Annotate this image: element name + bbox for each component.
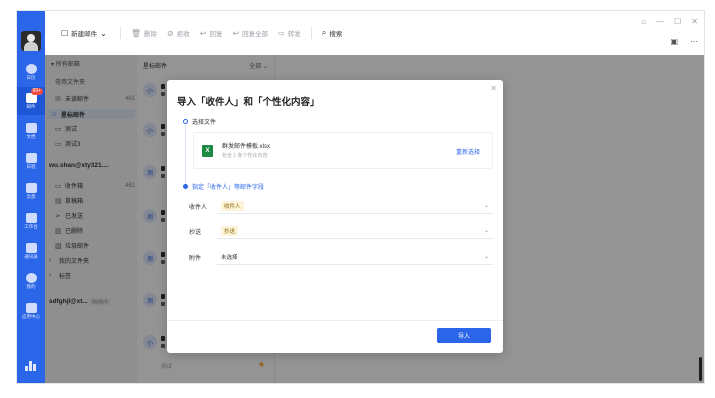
cc-select[interactable]: 抄送 ⌄ [217, 223, 493, 239]
chevron-down-icon: ⌄ [483, 228, 489, 234]
sidebar-item-mail[interactable]: 邮件 99+ [17, 87, 45, 115]
new-mail-button[interactable]: ☐ 新建邮件 ⌄ [61, 28, 110, 39]
user-icon [25, 272, 37, 283]
cloud-icon [25, 182, 37, 193]
step-select-file: 选择文件 [183, 117, 216, 126]
search-button[interactable]: ⌕ 搜索 [322, 28, 342, 38]
dialog-title: 导入「收件人」和「个性化内容」 [177, 97, 320, 108]
app-sidebar: 日历 邮件 99+ 文档 日程 云盘 工作台 通讯录 我的 应用中心 [17, 11, 45, 383]
avatar[interactable] [21, 31, 41, 51]
chevron-down-icon: ⌄ [100, 28, 107, 38]
contacts-icon [25, 242, 37, 253]
close-icon[interactable]: ✕ [490, 84, 497, 93]
reject-button[interactable]: ⊘ 拒收 [167, 28, 190, 39]
attachment-field-row: 附件 未选择 ⌄ [189, 249, 493, 265]
sidebar-item-calendar[interactable]: 日历 [17, 58, 45, 86]
chevron-down-icon: ⌄ [483, 254, 489, 260]
app-center-icon [25, 302, 37, 313]
import-dialog: ✕ 导入「收件人」和「个性化内容」 选择文件 X 群发邮件模板.xlsx 包含 … [167, 80, 503, 353]
file-name: 群发邮件模板.xlsx [222, 144, 271, 150]
sidebar-item-app-center[interactable]: 应用中心 [17, 297, 45, 325]
file-description: 包含 1 条个性化内容 [222, 153, 268, 159]
cc-field-row: 抄送 抄送 ⌄ [189, 223, 493, 239]
delete-button[interactable]: 🗑︎ 删除 [130, 28, 157, 39]
reply-button[interactable]: ↩ 回复 [199, 28, 223, 39]
toolbar-divider [119, 27, 121, 39]
import-button[interactable]: 导入 [437, 328, 491, 343]
pin-icon[interactable]: ⌂ [641, 17, 646, 26]
reply-icon: ↩ [199, 28, 207, 38]
dialog-divider [167, 320, 503, 321]
docs-icon [25, 122, 37, 133]
sidebar-item-apps[interactable]: 工作台 [17, 207, 45, 235]
compose-icon: ☐ [61, 28, 69, 38]
search-icon: ⌕ [321, 28, 327, 37]
selected-file-card: X 群发邮件模板.xlsx 包含 1 条个性化内容 重新选择 [193, 132, 493, 169]
calendar-view-icon[interactable]: ▣ [670, 37, 678, 46]
chevron-down-icon: ⌄ [483, 203, 489, 209]
sidebar-item-me[interactable]: 我的 [17, 267, 45, 295]
apps-icon [25, 212, 37, 223]
step-connector [185, 125, 186, 190]
maximize-icon[interactable]: ☐ [674, 17, 681, 26]
attachment-select[interactable]: 未选择 ⌄ [217, 249, 493, 265]
block-icon: ⊘ [167, 28, 174, 38]
sidebar-item-schedule[interactable]: 日程 [17, 147, 45, 175]
minimize-icon[interactable]: — [656, 17, 664, 26]
step-indicator [183, 119, 188, 124]
window-controls: ⌂ — ☐ ✕ [631, 17, 698, 26]
more-icon[interactable]: ⋯ [690, 37, 698, 46]
schedule-icon [25, 152, 37, 163]
calendar-icon [25, 63, 37, 74]
toolbar-right: ▣ ⋯ [658, 37, 698, 46]
forward-icon: ⇨ [278, 28, 285, 38]
trash-icon: 🗑︎ [130, 28, 142, 38]
sidebar-item-contacts[interactable]: 通讯录 [17, 237, 45, 265]
step-map-fields: 指定「收件人」等邮件字段 [183, 182, 264, 191]
unread-badge: 99+ [30, 88, 43, 95]
reply-all-button[interactable]: ↩ 回复全部 [232, 28, 268, 39]
reply-all-icon: ↩ [232, 28, 240, 38]
reselect-link[interactable]: 重新选择 [456, 147, 480, 156]
mail-toolbar: ☐ 新建邮件 ⌄ 🗑︎ 删除 ⊘ 拒收 ↩ 回复 ↩ 回复全部 ⇨ 转发 ⌕ 搜… [45, 11, 704, 55]
stats-icon[interactable] [25, 361, 37, 371]
toolbar-divider [310, 27, 312, 39]
close-icon[interactable]: ✕ [691, 17, 698, 26]
forward-button[interactable]: ⇨ 转发 [278, 28, 301, 39]
sidebar-item-docs[interactable]: 文档 [17, 117, 45, 145]
recipient-select[interactable]: 收件人 ⌄ [217, 198, 493, 214]
step-indicator [183, 184, 188, 189]
recipient-field-row: 收件人 收件人 ⌄ [189, 198, 493, 214]
excel-icon: X [202, 145, 213, 157]
sidebar-item-cloud[interactable]: 云盘 [17, 177, 45, 205]
